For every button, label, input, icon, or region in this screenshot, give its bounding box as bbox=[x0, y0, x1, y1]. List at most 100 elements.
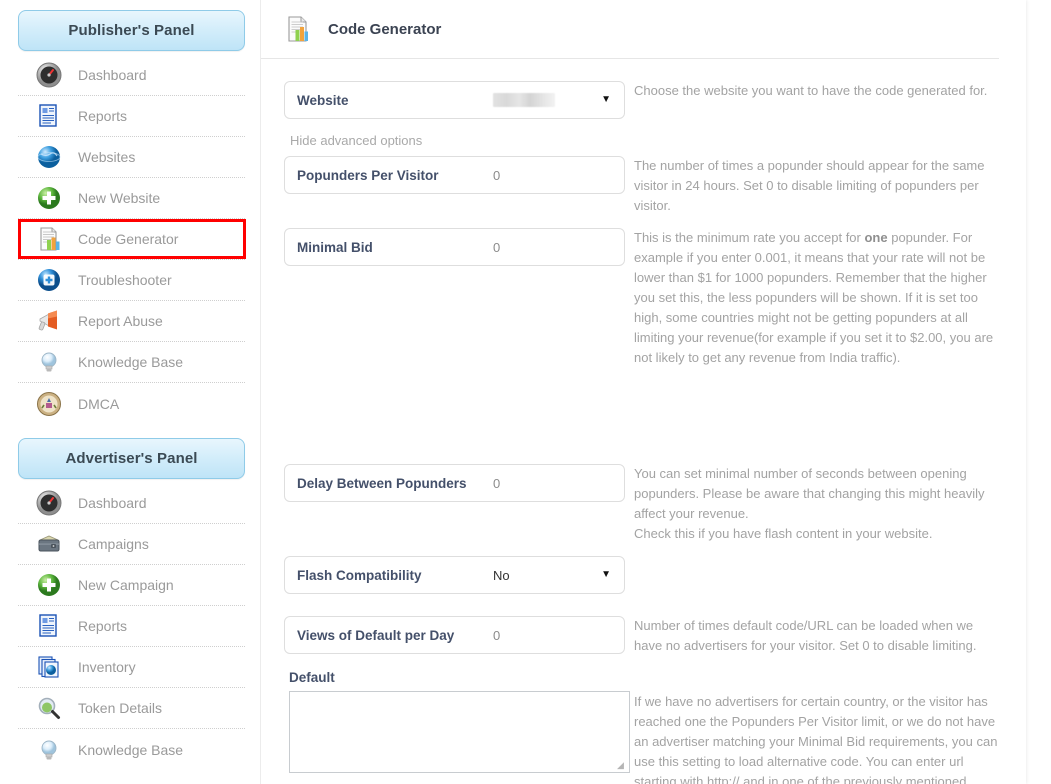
sidebar-item-label: Code Generator bbox=[78, 231, 179, 247]
sidebar-item-new-website[interactable]: New Website bbox=[18, 178, 245, 219]
publisher-panel-header[interactable]: Publisher's Panel bbox=[18, 10, 245, 51]
sidebar-item-label: Websites bbox=[78, 149, 136, 165]
sidebar-item-dashboard-advertiser[interactable]: Dashboard bbox=[18, 483, 245, 524]
advertiser-panel-title: Advertiser's Panel bbox=[65, 450, 198, 467]
flash-compatibility-select[interactable]: Flash Compatibility No ▼ bbox=[284, 556, 625, 594]
sidebar-item-label: Reports bbox=[78, 618, 128, 634]
views-of-default-per-day-label: Views of Default per Day bbox=[297, 627, 455, 643]
website-select[interactable]: Website ▼ bbox=[284, 81, 625, 119]
lightbulb-icon bbox=[36, 737, 62, 763]
publisher-panel-title: Publisher's Panel bbox=[68, 22, 195, 39]
sidebar-item-reports-publisher[interactable]: Reports bbox=[18, 96, 245, 137]
gauge-icon bbox=[36, 62, 62, 88]
sidebar-item-label: Dashboard bbox=[78, 495, 147, 511]
views-of-default-per-day-input[interactable]: Views of Default per Day 0 bbox=[284, 616, 625, 654]
blue-plus-circle-icon bbox=[36, 267, 62, 293]
megaphone-icon bbox=[36, 308, 62, 334]
main-content: Code Generator Website ▼ Choose the webs… bbox=[260, 0, 1051, 784]
sidebar-item-new-campaign[interactable]: New Campaign bbox=[18, 565, 245, 606]
code-generator-form: Website ▼ Choose the website you want to… bbox=[261, 59, 1026, 784]
sidebar-item-knowledge-base-advertiser[interactable]: Knowledge Base bbox=[18, 729, 245, 770]
minimal-bid-row: Minimal Bid 0 This is the minimum rate y… bbox=[284, 228, 1000, 368]
sidebar-item-dmca[interactable]: DMCA bbox=[18, 383, 245, 424]
dmca-seal-icon bbox=[36, 391, 62, 417]
advanced-options-toggle[interactable]: Hide advanced options bbox=[290, 133, 422, 148]
views-of-default-per-day-help-text: Number of times default code/URL can be … bbox=[634, 618, 977, 653]
flash-compatibility-help-text: Check this if you have flash content in … bbox=[634, 526, 933, 541]
sidebar-item-token-details[interactable]: Token Details bbox=[18, 688, 245, 729]
sidebar-item-websites[interactable]: Websites bbox=[18, 137, 245, 178]
app-window: Publisher's Panel Dashboard Reports Webs… bbox=[0, 0, 1051, 784]
minimal-bid-value: 0 bbox=[493, 239, 501, 255]
page-header: Code Generator bbox=[261, 0, 1026, 59]
magnifier-globe-icon bbox=[36, 695, 62, 721]
sidebar-item-reports-advertiser[interactable]: Reports bbox=[18, 606, 245, 647]
sidebar-item-label: Inventory bbox=[78, 659, 136, 675]
default-row: Default ◢ If we have no advertisers for … bbox=[284, 670, 1000, 784]
sidebar-item-label: Campaigns bbox=[78, 536, 149, 552]
advertiser-panel-header[interactable]: Advertiser's Panel bbox=[18, 438, 245, 479]
website-label: Website bbox=[297, 92, 349, 108]
popunders-per-visitor-help-text: The number of times a popunder should ap… bbox=[634, 158, 985, 213]
website-help-text: Choose the website you want to have the … bbox=[634, 83, 988, 98]
sidebar-item-label: Report Abuse bbox=[78, 313, 163, 329]
advertiser-nav-list: Dashboard Campaigns New Campaign Reports… bbox=[18, 483, 245, 770]
sidebar-item-label: Dashboard bbox=[78, 67, 147, 83]
sidebar-item-dashboard-publisher[interactable]: Dashboard bbox=[18, 55, 245, 96]
wallet-icon bbox=[36, 531, 62, 557]
delay-between-popunders-row: Delay Between Popunders 0 You can set mi… bbox=[284, 368, 1000, 544]
delay-between-popunders-input[interactable]: Delay Between Popunders 0 bbox=[284, 464, 625, 502]
sidebar: Publisher's Panel Dashboard Reports Webs… bbox=[0, 0, 260, 784]
sidebar-item-label: New Campaign bbox=[78, 577, 174, 593]
minimal-bid-help-part2: popunder. For example if you enter 0.001… bbox=[634, 230, 994, 365]
sidebar-item-inventory[interactable]: Inventory bbox=[18, 647, 245, 688]
default-textarea[interactable]: ◢ bbox=[289, 691, 630, 773]
default-help-text: If we have no advertisers for certain co… bbox=[634, 694, 998, 784]
views-of-default-per-day-row: Views of Default per Day 0 Number of tim… bbox=[284, 616, 1000, 656]
stacked-pages-globe-icon bbox=[36, 654, 62, 680]
sidebar-item-report-abuse[interactable]: Report Abuse bbox=[18, 301, 245, 342]
publisher-nav-list: Dashboard Reports Websites New Website C… bbox=[18, 55, 245, 424]
sidebar-item-troubleshooter[interactable]: Troubleshooter bbox=[18, 260, 245, 301]
code-generator-icon bbox=[284, 15, 312, 43]
flash-compatibility-value: No bbox=[493, 567, 510, 583]
sidebar-item-label: Reports bbox=[78, 108, 128, 124]
delay-between-popunders-label: Delay Between Popunders bbox=[297, 475, 467, 491]
minimal-bid-input[interactable]: Minimal Bid 0 bbox=[284, 228, 625, 266]
minimal-bid-help-part1: This is the minimum rate you accept for bbox=[634, 230, 865, 245]
content-right-gutter bbox=[999, 0, 1026, 784]
sidebar-item-campaigns[interactable]: Campaigns bbox=[18, 524, 245, 565]
popunders-per-visitor-label: Popunders Per Visitor bbox=[297, 167, 439, 183]
website-field-row: Website ▼ Choose the website you want to… bbox=[284, 81, 1000, 119]
green-plus-icon bbox=[36, 572, 62, 598]
delay-between-popunders-help-text: You can set minimal number of seconds be… bbox=[634, 466, 985, 521]
resize-grip-icon[interactable]: ◢ bbox=[617, 760, 628, 771]
delay-between-popunders-value: 0 bbox=[493, 475, 501, 491]
default-label: Default bbox=[289, 670, 335, 685]
chevron-down-icon: ▼ bbox=[601, 569, 611, 580]
sidebar-item-label: New Website bbox=[78, 190, 161, 206]
sidebar-item-knowledge-base-publisher[interactable]: Knowledge Base bbox=[18, 342, 245, 383]
flash-compatibility-row: Flash Compatibility No ▼ bbox=[284, 556, 1000, 594]
chevron-down-icon: ▼ bbox=[601, 94, 611, 105]
flash-compatibility-label: Flash Compatibility bbox=[297, 567, 422, 583]
code-generator-icon bbox=[36, 226, 62, 252]
report-document-icon bbox=[36, 613, 62, 639]
report-document-icon bbox=[36, 103, 62, 129]
sidebar-item-label: Token Details bbox=[78, 700, 163, 716]
green-plus-icon bbox=[36, 185, 62, 211]
popunders-per-visitor-row: Popunders Per Visitor 0 The number of ti… bbox=[284, 156, 1000, 216]
gauge-icon bbox=[36, 490, 62, 516]
globe-icon bbox=[36, 144, 62, 170]
minimal-bid-help-emphasis: one bbox=[864, 230, 888, 245]
minimal-bid-label: Minimal Bid bbox=[297, 239, 373, 255]
sidebar-item-label: Knowledge Base bbox=[78, 354, 184, 370]
sidebar-item-label: DMCA bbox=[78, 395, 120, 412]
sidebar-item-code-generator[interactable]: Code Generator bbox=[18, 219, 245, 260]
popunders-per-visitor-input[interactable]: Popunders Per Visitor 0 bbox=[284, 156, 625, 194]
lightbulb-icon bbox=[36, 349, 62, 375]
content-panel: Code Generator Website ▼ Choose the webs… bbox=[261, 0, 1026, 784]
sidebar-item-label: Knowledge Base bbox=[78, 741, 184, 758]
popunders-per-visitor-value: 0 bbox=[493, 167, 501, 183]
page-title: Code Generator bbox=[328, 20, 442, 38]
